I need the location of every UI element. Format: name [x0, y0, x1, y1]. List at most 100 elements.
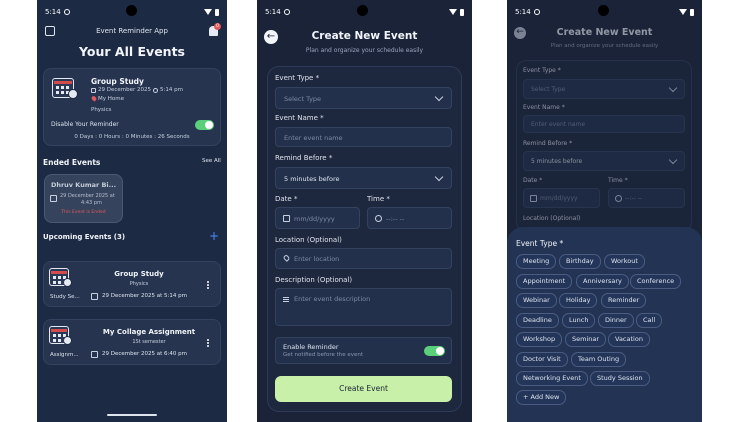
date-icon — [91, 351, 98, 358]
chip-appointment[interactable]: Appointment — [516, 274, 573, 289]
chip-study-session[interactable]: Study Session — [590, 371, 650, 386]
event-type-select[interactable]: Select Type — [275, 87, 452, 109]
date-icon — [91, 293, 98, 300]
upcoming-event-card[interactable]: Assignm... My Collage Assignment 1St sem… — [43, 319, 221, 365]
chip-vacation[interactable]: Vacation — [608, 332, 650, 347]
chip-seminar[interactable]: Seminar — [565, 332, 607, 347]
chip-meeting[interactable]: Meeting — [516, 254, 557, 269]
camera-cutout — [598, 5, 609, 16]
more-options-icon[interactable] — [207, 339, 209, 341]
upcoming-title: My Collage Assignment — [102, 328, 196, 336]
event-name-label: Event Name * — [275, 114, 324, 122]
event-type-label: Event Type * — [523, 67, 561, 74]
upcoming-event-card[interactable]: Study Se... Group Study Physics 29 Decem… — [43, 261, 221, 307]
add-event-button[interactable]: + — [209, 229, 219, 243]
chip-lunch[interactable]: Lunch — [562, 313, 596, 328]
notification-badge: 0 — [214, 23, 221, 30]
description-label: Description (Optional) — [275, 276, 353, 284]
date-input[interactable]: mm/dd/yyyy — [275, 207, 360, 229]
chevron-down-icon — [668, 155, 678, 165]
ended-status: This Event is Ended — [61, 210, 106, 215]
chip-networking-event[interactable]: Networking Event — [516, 371, 588, 386]
home-screen: 5:14 Event Reminder App 0 Your All Event… — [37, 0, 227, 422]
event-name-label: Event Name * — [523, 104, 565, 111]
camera-cutout — [126, 5, 137, 16]
chip-conference[interactable]: Conference — [630, 274, 682, 289]
camera-cutout — [357, 5, 368, 16]
ended-event-card[interactable]: Dhruv Kumar Bi... 29 December 2025 at 4:… — [44, 174, 123, 223]
upcoming-datetime: 29 December 2025 at 6:40 pm — [102, 351, 187, 357]
location-pin-icon — [282, 254, 291, 262]
chip-webinar[interactable]: Webinar — [516, 293, 557, 308]
chip-workout[interactable]: Workout — [604, 254, 645, 269]
create-event-button[interactable]: Create Event — [275, 376, 452, 402]
event-type-label: Event Type * — [275, 74, 320, 82]
time-input[interactable]: --:-- -- — [608, 188, 685, 208]
time-placeholder: --:-- -- — [386, 215, 405, 223]
settings-status-icon — [533, 9, 540, 15]
clock-icon — [615, 195, 622, 202]
upcoming-category: Physics — [129, 281, 149, 287]
text-lines-icon — [283, 297, 289, 298]
upcoming-datetime: 29 December 2025 at 5:14 pm — [102, 293, 187, 299]
add-new-chip[interactable]: + Add New — [516, 390, 567, 405]
enable-reminder-title: Enable Reminder — [283, 343, 339, 351]
event-type-picker-screen: 5:14 ← Create New Event Plan and organiz… — [507, 0, 702, 422]
time-input[interactable]: --:-- -- — [367, 207, 452, 229]
see-all-link[interactable]: See All — [202, 158, 221, 164]
upcoming-category: 1St semester — [132, 339, 166, 345]
more-options-icon[interactable] — [207, 281, 209, 283]
settings-status-icon — [283, 9, 290, 15]
battery-icon — [215, 8, 219, 16]
chip-holiday[interactable]: Holiday — [559, 293, 598, 308]
enable-reminder-subtitle: Get notified before the event — [283, 352, 364, 358]
upcoming-side-label: Study Se... — [50, 294, 80, 300]
date-input[interactable]: mm/dd/yyyy — [523, 188, 600, 208]
wifi-icon — [679, 9, 687, 15]
chip-birthday[interactable]: Birthday — [559, 254, 601, 269]
battery-icon — [690, 8, 694, 16]
featured-date: 29 December 2025 — [98, 87, 152, 93]
event-type-placeholder: Select Type — [531, 86, 566, 93]
battery-icon — [460, 8, 464, 16]
remind-before-select[interactable]: 5 minutes before — [523, 151, 685, 171]
page-subtitle: Plan and organize your schedule easily — [550, 43, 659, 49]
home-indicator[interactable] — [107, 414, 157, 416]
event-name-input[interactable]: Enter event name — [275, 127, 452, 147]
date-icon — [91, 88, 96, 93]
location-input[interactable]: Enter location — [275, 248, 452, 269]
description-textarea[interactable]: Enter event description — [275, 288, 452, 326]
event-name-placeholder: Enter event name — [531, 121, 586, 128]
time-placeholder: --:-- -- — [625, 195, 642, 202]
chip-dinner[interactable]: Dinner — [598, 313, 634, 328]
featured-event-card[interactable]: Group Study 29 December 2025 5:14 pm My … — [43, 68, 221, 146]
status-time: 5:14 — [515, 8, 531, 16]
chip-team-outing[interactable]: Team Outing — [571, 352, 627, 367]
status-time: 5:14 — [265, 8, 281, 16]
clock-icon — [375, 215, 382, 222]
status-time: 5:14 — [45, 8, 61, 16]
chip-call[interactable]: Call — [636, 313, 663, 328]
chip-doctor-visit[interactable]: Doctor Visit — [516, 352, 568, 367]
description-placeholder: Enter event description — [294, 295, 371, 303]
clock-icon — [63, 278, 72, 287]
sheet-title: Event Type * — [516, 239, 564, 248]
clock-icon — [63, 336, 72, 345]
chip-workshop[interactable]: Workshop — [516, 332, 563, 347]
time-icon — [153, 88, 158, 93]
event-name-input[interactable]: Enter event name — [523, 115, 685, 133]
app-title: Event Reminder App — [96, 27, 168, 35]
page-title: Your All Events — [79, 44, 185, 59]
reminder-toggle[interactable] — [195, 120, 214, 130]
location-pin-icon — [90, 95, 98, 102]
enable-reminder-toggle[interactable] — [424, 346, 445, 356]
chip-anniversary[interactable]: Anniversary — [576, 274, 629, 289]
event-type-sheet: Event Type * Meeting Birthday Workout Ap… — [507, 227, 702, 422]
date-placeholder: mm/dd/yyyy — [540, 195, 578, 202]
chip-deadline[interactable]: Deadline — [516, 313, 559, 328]
event-type-select[interactable]: Select Type — [523, 79, 685, 99]
location-label: Location (Optional) — [523, 215, 581, 222]
date-placeholder: mm/dd/yyyy — [294, 215, 335, 223]
chip-reminder[interactable]: Reminder — [601, 293, 647, 308]
remind-before-select[interactable]: 5 minutes before — [275, 167, 452, 189]
